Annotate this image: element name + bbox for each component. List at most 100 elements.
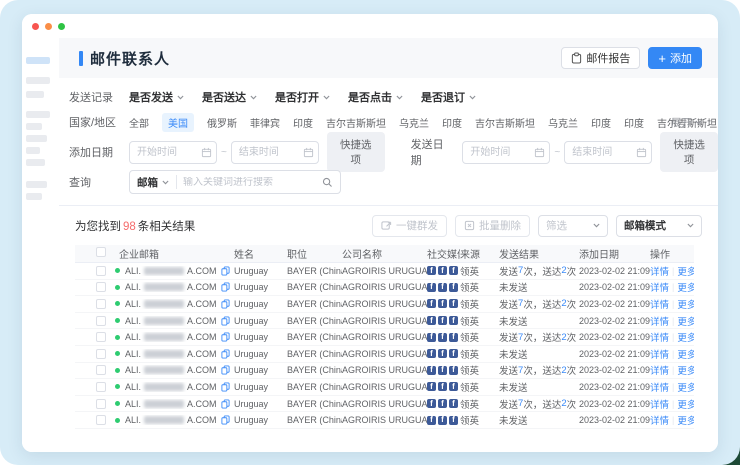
row-checkbox[interactable] [96, 266, 106, 276]
detail-link[interactable]: 详情 [650, 363, 669, 377]
detail-link[interactable]: 详情 [650, 264, 669, 278]
country-option[interactable]: 吉尔吉斯斯坦 [326, 115, 386, 130]
detail-link[interactable]: 详情 [650, 397, 669, 411]
filter-select[interactable]: 筛选 [538, 215, 608, 237]
detail-link[interactable]: 详情 [650, 330, 669, 344]
facebook-icon[interactable]: f [438, 366, 447, 375]
row-checkbox[interactable] [96, 365, 106, 375]
copy-icon[interactable] [221, 415, 230, 425]
detail-link[interactable]: 详情 [650, 380, 669, 394]
facebook-icon[interactable]: f [438, 316, 447, 325]
facebook-icon[interactable]: f [438, 299, 447, 308]
facebook-icon[interactable]: f [438, 399, 447, 408]
row-checkbox[interactable] [96, 299, 106, 309]
copy-icon[interactable] [221, 316, 230, 326]
expand-toggle[interactable]: 展开 [671, 115, 702, 130]
keyword-search-input[interactable] [177, 177, 322, 188]
send-filter-dropdown[interactable]: 是否打开 [275, 89, 330, 105]
more-link[interactable]: 更多 [677, 264, 694, 278]
facebook-icon[interactable]: f [449, 333, 458, 342]
facebook-icon[interactable]: f [427, 416, 436, 425]
more-link[interactable]: 更多 [677, 363, 694, 377]
facebook-icon[interactable]: f [449, 316, 458, 325]
facebook-icon[interactable]: f [438, 333, 447, 342]
facebook-icon[interactable]: f [427, 316, 436, 325]
more-link[interactable]: 更多 [677, 330, 694, 344]
detail-link[interactable]: 详情 [650, 347, 669, 361]
country-option[interactable]: 印度 [624, 115, 644, 130]
facebook-icon[interactable]: f [427, 366, 436, 375]
facebook-icon[interactable]: f [427, 382, 436, 391]
row-checkbox[interactable] [96, 349, 106, 359]
select-all-checkbox[interactable] [96, 247, 106, 257]
country-option[interactable]: 乌克兰 [548, 115, 578, 130]
facebook-icon[interactable]: f [449, 349, 458, 358]
row-checkbox[interactable] [96, 399, 106, 409]
facebook-icon[interactable]: f [449, 416, 458, 425]
detail-link[interactable]: 详情 [650, 314, 669, 328]
copy-icon[interactable] [221, 349, 230, 359]
facebook-icon[interactable]: f [438, 283, 447, 292]
country-option[interactable]: 印度 [591, 115, 611, 130]
more-link[interactable]: 更多 [677, 297, 694, 311]
group-send-button[interactable]: 一键群发 [372, 215, 447, 237]
more-link[interactable]: 更多 [677, 314, 694, 328]
send-filter-dropdown[interactable]: 是否送达 [202, 89, 257, 105]
close-window-button[interactable] [32, 23, 39, 30]
facebook-icon[interactable]: f [427, 299, 436, 308]
copy-icon[interactable] [221, 299, 230, 309]
facebook-icon[interactable]: f [427, 349, 436, 358]
copy-icon[interactable] [221, 282, 230, 292]
facebook-icon[interactable]: f [449, 299, 458, 308]
more-link[interactable]: 更多 [677, 347, 694, 361]
detail-link[interactable]: 详情 [650, 297, 669, 311]
batch-delete-button[interactable]: 批量删除 [455, 215, 530, 237]
search-icon[interactable] [322, 177, 333, 188]
add-button[interactable]: + 添加 [648, 47, 702, 69]
country-option[interactable]: 俄罗斯 [207, 115, 237, 130]
facebook-icon[interactable]: f [427, 266, 436, 275]
detail-link[interactable]: 详情 [650, 280, 669, 294]
row-checkbox[interactable] [96, 316, 106, 326]
facebook-icon[interactable]: f [438, 266, 447, 275]
row-checkbox[interactable] [96, 282, 106, 292]
send-filter-dropdown[interactable]: 是否发送 [129, 89, 184, 105]
facebook-icon[interactable]: f [438, 349, 447, 358]
facebook-icon[interactable]: f [427, 333, 436, 342]
add-date-quick-options-button[interactable]: 快捷选项 [327, 132, 385, 172]
more-link[interactable]: 更多 [677, 397, 694, 411]
mode-select[interactable]: 邮箱模式 [616, 215, 702, 237]
country-option[interactable]: 吉尔吉斯斯坦 [475, 115, 535, 130]
copy-icon[interactable] [221, 266, 230, 276]
row-checkbox[interactable] [96, 415, 106, 425]
facebook-icon[interactable]: f [449, 382, 458, 391]
more-link[interactable]: 更多 [677, 380, 694, 394]
more-link[interactable]: 更多 [677, 280, 694, 294]
copy-icon[interactable] [221, 382, 230, 392]
mail-report-button[interactable]: 邮件报告 [561, 47, 640, 69]
country-option[interactable]: 印度 [442, 115, 462, 130]
detail-link[interactable]: 详情 [650, 413, 669, 427]
country-option[interactable]: 全部 [129, 115, 149, 130]
country-option[interactable]: 菲律宾 [250, 115, 280, 130]
facebook-icon[interactable]: f [449, 366, 458, 375]
copy-icon[interactable] [221, 332, 230, 342]
query-type-select[interactable]: 邮箱 [130, 175, 176, 190]
row-checkbox[interactable] [96, 332, 106, 342]
copy-icon[interactable] [221, 399, 230, 409]
facebook-icon[interactable]: f [438, 416, 447, 425]
country-option[interactable]: 美国 [162, 113, 194, 132]
facebook-icon[interactable]: f [427, 283, 436, 292]
facebook-icon[interactable]: f [427, 399, 436, 408]
copy-icon[interactable] [221, 365, 230, 375]
country-option[interactable]: 印度 [293, 115, 313, 130]
send-date-quick-options-button[interactable]: 快捷选项 [660, 132, 718, 172]
facebook-icon[interactable]: f [438, 382, 447, 391]
row-checkbox[interactable] [96, 382, 106, 392]
send-filter-dropdown[interactable]: 是否点击 [348, 89, 403, 105]
minimize-window-button[interactable] [45, 23, 52, 30]
facebook-icon[interactable]: f [449, 283, 458, 292]
country-option[interactable]: 乌克兰 [399, 115, 429, 130]
send-filter-dropdown[interactable]: 是否退订 [421, 89, 476, 105]
facebook-icon[interactable]: f [449, 399, 458, 408]
